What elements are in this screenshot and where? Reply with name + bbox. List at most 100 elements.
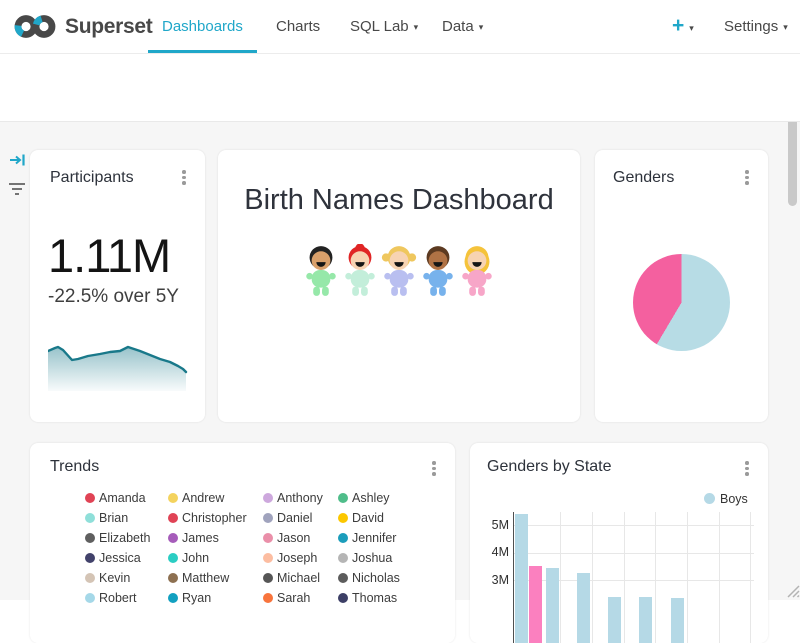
legend-label: Jessica [99, 551, 141, 565]
bar-boys-6[interactable] [671, 598, 684, 643]
nav-tab-charts[interactable]: Charts [276, 0, 320, 54]
legend-item-kevin[interactable]: Kevin [85, 568, 168, 588]
legend-label: Joseph [277, 551, 317, 565]
active-tab-underline [148, 50, 257, 53]
filter-lines-icon [8, 181, 26, 197]
legend-dot-icon [263, 493, 273, 503]
legend-item-david[interactable]: David [338, 508, 433, 528]
legend-item-amanda[interactable]: Amanda [85, 488, 168, 508]
chart-title: Trends [50, 458, 99, 476]
new-item-button[interactable]: +▾ [672, 0, 694, 54]
legend-dot-icon [263, 513, 273, 523]
legend-label: Robert [99, 591, 137, 605]
legend-dot-icon [85, 533, 95, 543]
legend-item-jennifer[interactable]: Jennifer [338, 528, 433, 548]
legend-item-michael[interactable]: Michael [263, 568, 338, 588]
legend-dot-icon [85, 513, 95, 523]
nav-tab-dashboards[interactable]: Dashboards [162, 0, 243, 54]
plus-icon: + [672, 14, 684, 37]
baby-figure-4 [419, 244, 457, 298]
gridline [560, 512, 561, 643]
legend-dot-icon [263, 553, 273, 563]
legend-item-daniel[interactable]: Daniel [263, 508, 338, 528]
legend-dot-icon [338, 573, 348, 583]
legend-dot-icon [168, 513, 178, 523]
bar-boys-0[interactable] [515, 514, 528, 643]
chart-card-participants: Participants 1.11M -22.5% over 5Y [30, 150, 205, 422]
legend-dot-icon [168, 533, 178, 543]
legend-item-brian[interactable]: Brian [85, 508, 168, 528]
legend-label: Amanda [99, 491, 146, 505]
chart-menu-kebab-icon[interactable] [177, 166, 191, 189]
y-axis-line [513, 512, 514, 643]
legend-dot-icon [263, 533, 273, 543]
bar-girls-1[interactable] [529, 566, 542, 643]
baby-figure-3 [380, 244, 418, 298]
legend-item-elizabeth[interactable]: Elizabeth [85, 528, 168, 548]
caret-down-icon: ▾ [414, 22, 419, 32]
legend-label: James [182, 531, 219, 545]
chart-card-genders-by-state: Genders by State Boys 5M 4M 3M [470, 443, 768, 643]
settings-menu[interactable]: Settings▾ [724, 0, 788, 54]
pie-chart[interactable] [633, 254, 730, 351]
legend-dot-icon [338, 513, 348, 523]
expand-filter-bar-button[interactable] [9, 152, 26, 173]
infinity-logo-icon [14, 13, 56, 40]
legend-dot-icon [168, 553, 178, 563]
filter-bar-toggle[interactable] [8, 181, 26, 202]
chart-legend: Amanda Andrew AnthonyAshley BrianChristophe… [85, 488, 433, 608]
chart-card-trends: Trends Amanda Andrew AnthonyAshley BrianChr… [30, 443, 455, 643]
bar-boys-4[interactable] [608, 597, 621, 643]
nav-tab-label: Dashboards [162, 18, 243, 35]
legend-item-matthew[interactable]: Matthew [168, 568, 263, 588]
bar-boys-3[interactable] [577, 573, 590, 643]
bar-boys-2[interactable] [546, 568, 559, 643]
legend-item-christopher[interactable]: Christopher [168, 508, 263, 528]
caret-down-icon: ▾ [479, 22, 484, 32]
nav-tab-data[interactable]: Data▾ [442, 0, 483, 54]
legend-dot-icon [85, 573, 95, 583]
legend-item-joseph[interactable]: Joseph [263, 548, 338, 568]
legend-item-ryan[interactable]: Ryan [168, 588, 263, 608]
legend-item-jason[interactable]: Jason [263, 528, 338, 548]
superset-logo[interactable]: Superset [14, 13, 152, 40]
chart-title: Genders [613, 169, 674, 187]
legend-label: Andrew [182, 491, 224, 505]
chart-menu-kebab-icon[interactable] [427, 457, 441, 480]
children-illustration [218, 244, 580, 298]
legend-item-john[interactable]: John [168, 548, 263, 568]
legend-dot-icon [85, 593, 95, 603]
legend-item-joshua[interactable]: Joshua [338, 548, 433, 568]
legend-label: Matthew [182, 571, 229, 585]
nav-tab-label: Charts [276, 18, 320, 35]
gridline [624, 512, 625, 643]
brand-name: Superset [65, 15, 152, 39]
legend-dot-icon [168, 573, 178, 583]
settings-label: Settings [724, 18, 778, 35]
trendline-sparkline [48, 343, 188, 391]
legend-item-james[interactable]: James [168, 528, 263, 548]
bar-boys-5[interactable] [639, 597, 652, 643]
top-navbar: Superset Dashboards Charts SQL Lab▾ Data… [0, 0, 800, 54]
gridline [592, 512, 593, 643]
legend-item-andrew[interactable]: Andrew [168, 488, 263, 508]
legend-label: Sarah [277, 591, 310, 605]
nav-tab-sql-lab[interactable]: SQL Lab▾ [350, 0, 418, 54]
big-number-subheader: -22.5% over 5Y [48, 286, 179, 308]
legend-label: John [182, 551, 209, 565]
chart-menu-kebab-icon[interactable] [740, 166, 754, 189]
markdown-card: Birth Names Dashboard [218, 150, 580, 422]
legend-item-thomas[interactable]: Thomas [338, 588, 433, 608]
big-number-value: 1.11M [48, 228, 170, 283]
legend-item-anthony[interactable]: Anthony [263, 488, 338, 508]
legend-item-jessica[interactable]: Jessica [85, 548, 168, 568]
arrow-to-bar-icon [9, 152, 26, 168]
legend-item-sarah[interactable]: Sarah [263, 588, 338, 608]
dashboard-header [0, 54, 800, 122]
legend-label: David [352, 511, 384, 525]
legend-dot-icon [168, 493, 178, 503]
legend-item-nicholas[interactable]: Nicholas [338, 568, 433, 588]
legend-label: Nicholas [352, 571, 400, 585]
legend-item-ashley[interactable]: Ashley [338, 488, 433, 508]
legend-item-robert[interactable]: Robert [85, 588, 168, 608]
